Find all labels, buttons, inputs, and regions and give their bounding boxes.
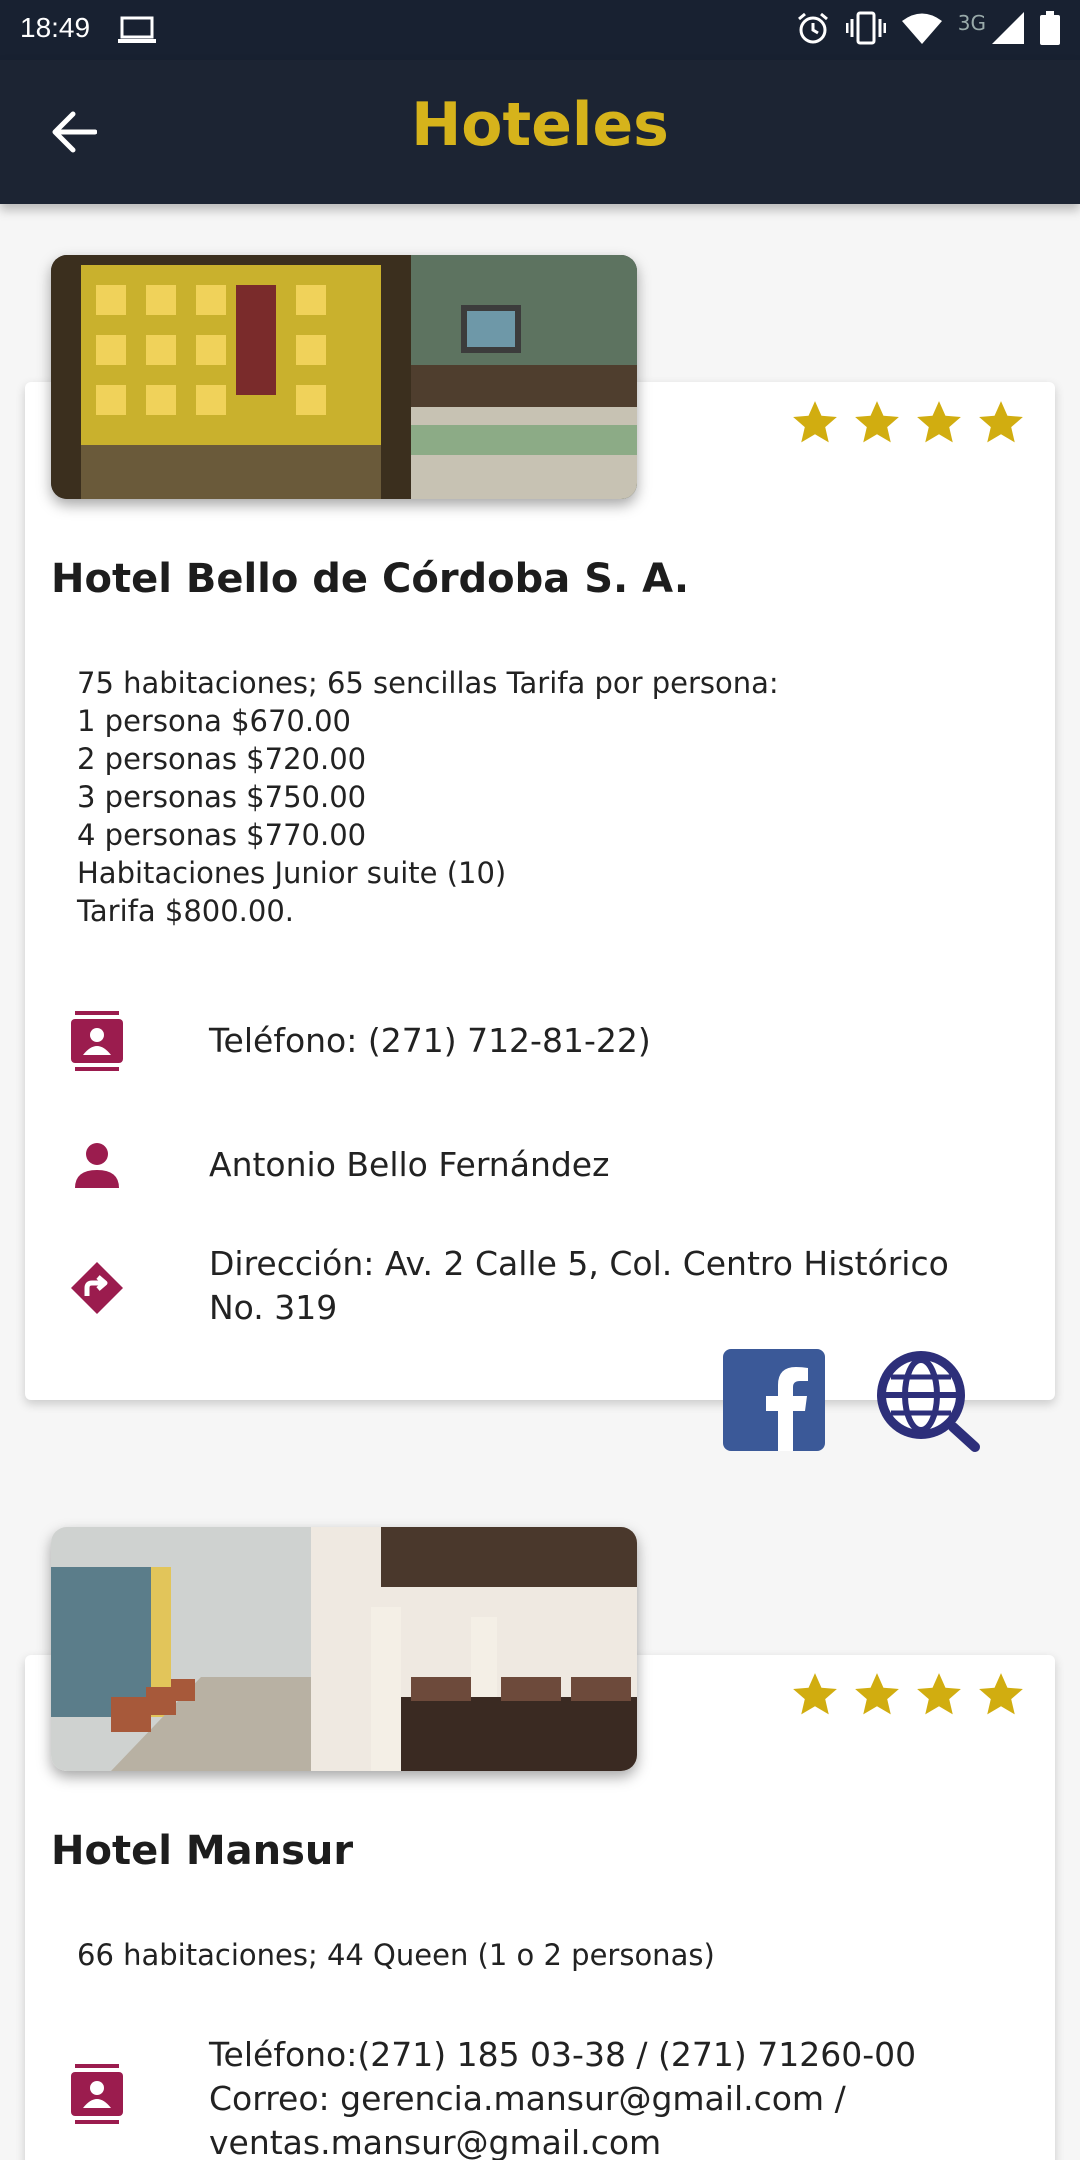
directions-icon xyxy=(70,1258,124,1318)
hotel-name: Hotel Bello de Córdoba S. A. xyxy=(51,556,690,602)
hotel-facade-image xyxy=(51,255,637,499)
hotel-photo[interactable] xyxy=(51,1527,637,1771)
hotel-interior-image xyxy=(51,1527,637,1771)
description-line: 1 persona $670.00 xyxy=(77,704,351,738)
description-line: 75 habitaciones; 65 sencillas Tarifa por… xyxy=(77,666,779,700)
star-icon xyxy=(855,1673,899,1715)
star-icon xyxy=(855,401,899,443)
status-time: 18:49 xyxy=(20,12,91,43)
description-line: 3 personas $750.00 xyxy=(77,780,367,814)
website-button[interactable] xyxy=(873,1347,981,1453)
hotel-description: 75 habitaciones; 65 sencillas Tarifa por… xyxy=(77,664,779,930)
description-line: Habitaciones Junior suite (10) xyxy=(77,856,507,890)
address-line: No. 319 xyxy=(209,1288,338,1327)
battery-icon xyxy=(1040,11,1060,49)
hotel-photo[interactable] xyxy=(51,255,637,499)
status-icons: 3G xyxy=(796,11,1060,49)
status-bar: 18:49 3G xyxy=(0,0,1080,60)
description-line: 2 personas $720.00 xyxy=(77,742,367,776)
app-bar: Hoteles xyxy=(0,60,1080,204)
description-line: 4 personas $770.00 xyxy=(77,818,367,852)
email-line: ventas.mansur@gmail.com xyxy=(209,2123,662,2160)
address-line: Dirección: Av. 2 Calle 5, Col. Centro Hi… xyxy=(209,1244,949,1283)
page-title: Hoteles xyxy=(411,90,669,160)
star-icon xyxy=(917,401,961,443)
person-icon xyxy=(70,1135,124,1195)
email-line: Correo: gerencia.mansur@gmail.com / xyxy=(209,2079,846,2118)
star-icon xyxy=(979,1673,1023,1715)
web-search-icon xyxy=(877,1351,980,1452)
facebook-icon xyxy=(723,1349,825,1451)
alarm-icon xyxy=(796,11,830,49)
star-icon xyxy=(917,1673,961,1715)
description-line: 66 habitaciones; 44 Queen (1 o 2 persona… xyxy=(77,1938,715,1972)
vibrate-icon xyxy=(845,11,887,49)
phone-text[interactable]: Teléfono: (271) 712-81-22) xyxy=(209,1019,651,1063)
star-icon xyxy=(793,1673,837,1715)
rating-stars xyxy=(790,398,1026,448)
contact-name: Antonio Bello Fernández xyxy=(209,1145,610,1184)
hotel-description: 66 habitaciones; 44 Queen (1 o 2 persona… xyxy=(77,1936,715,1974)
network-label: 3G xyxy=(957,11,986,35)
phone-text[interactable]: Teléfono:(271) 185 03-38 / (271) 71260-0… xyxy=(209,2033,916,2160)
contact-card-icon xyxy=(70,1011,124,1071)
phone-line: Teléfono:(271) 185 03-38 / (271) 71260-0… xyxy=(209,2035,917,2074)
signal-icon xyxy=(992,12,1024,48)
address-text[interactable]: Dirección: Av. 2 Calle 5, Col. Centro Hi… xyxy=(209,1242,949,1330)
rating-stars xyxy=(790,1670,1026,1720)
contact-card-icon xyxy=(70,2064,124,2124)
hotel-name: Hotel Mansur xyxy=(51,1828,354,1874)
wifi-icon xyxy=(901,12,942,48)
laptop-icon xyxy=(118,16,156,48)
facebook-button[interactable] xyxy=(723,1349,825,1451)
description-line: Tarifa $800.00. xyxy=(77,894,295,928)
star-icon xyxy=(793,401,837,443)
star-icon xyxy=(979,401,1023,443)
